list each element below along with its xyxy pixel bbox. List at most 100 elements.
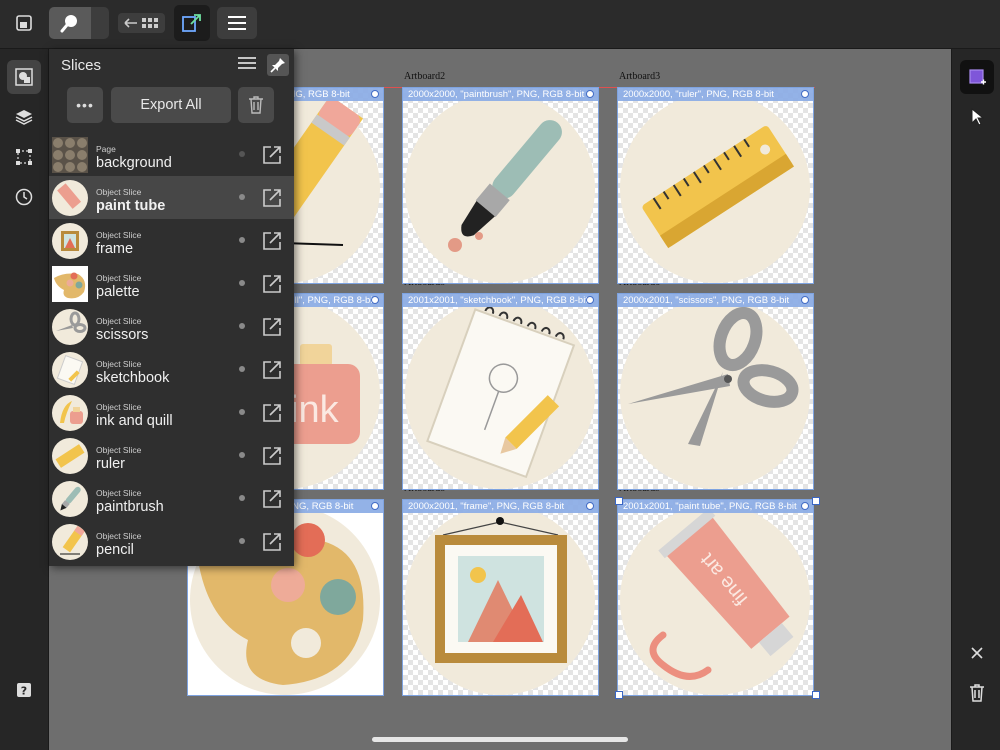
slices-studio-button[interactable] [7, 60, 41, 94]
slice-row-pencil[interactable]: Object Slice pencil [49, 520, 294, 563]
export-icon[interactable] [261, 316, 283, 338]
slice-row-paintbrush[interactable]: Object Slice paintbrush [49, 477, 294, 520]
frame-illustration [435, 517, 567, 663]
slice-row-frame[interactable]: Object Slice frame [49, 219, 294, 262]
slice-row-ink-and-quill[interactable]: Object Slice ink and quill [49, 391, 294, 434]
palette-thumbnail [52, 266, 88, 302]
delete-slice-button[interactable] [238, 87, 274, 123]
menu-button[interactable] [217, 7, 257, 39]
hamburger-icon [228, 16, 246, 30]
slice-row-sketchbook[interactable]: Object Slice sketchbook [49, 348, 294, 391]
slices-panel: Slices ••• Export All Page background Ob… [49, 49, 294, 566]
slices-icon [15, 68, 33, 86]
status-dot [239, 280, 245, 286]
panel-menu-button[interactable] [238, 56, 260, 74]
left-tool-strip: ? [0, 49, 49, 750]
help-button[interactable]: ? [10, 676, 38, 704]
status-dot [239, 409, 245, 415]
transform-studio-button[interactable] [7, 140, 41, 174]
close-button[interactable] [960, 636, 994, 670]
slice-label: 2001x2001, "paint tube", PNG, RGB 8-bit [618, 500, 813, 513]
artboard-label: Artboard2 [404, 71, 446, 82]
background-thumbnail [52, 137, 88, 173]
back-to-grid-button[interactable] [118, 13, 165, 33]
status-dot [239, 151, 245, 157]
layers-icon [15, 110, 33, 125]
slice-type: Object Slice [96, 187, 142, 197]
magnifier-icon [60, 15, 77, 33]
export-icon[interactable] [261, 402, 283, 424]
transform-icon [16, 149, 32, 165]
sketchbook-illustration [426, 306, 576, 479]
export-icon[interactable] [261, 359, 283, 381]
tool-options-button[interactable] [91, 7, 109, 39]
slice-label: 2000x2000, "paintbrush", PNG, RGB 8-bit [403, 88, 598, 101]
export-persona-icon [182, 14, 201, 32]
slice-type: Object Slice [96, 273, 142, 283]
slice-label: 2000x2001, "frame", PNG, RGB 8-bit [403, 500, 598, 513]
export-icon[interactable] [261, 273, 283, 295]
slice-add-icon [969, 69, 986, 85]
svg-text:?: ? [21, 685, 27, 698]
delete-button-right[interactable] [960, 676, 994, 710]
selection-handle[interactable] [812, 691, 820, 699]
pin-panel-button[interactable] [267, 54, 289, 76]
artboard-paintbrush[interactable]: 2000x2000, "paintbrush", PNG, RGB 8-bit [402, 87, 599, 284]
selection-handle[interactable] [615, 691, 623, 699]
slice-tool-button-right[interactable] [960, 60, 994, 94]
layers-studio-button[interactable] [7, 100, 41, 134]
pencil-thumbnail [52, 524, 88, 560]
scissors-thumbnail [52, 309, 88, 345]
selection-handle[interactable] [812, 497, 820, 505]
artboard-sketchbook[interactable]: 2001x2001, "sketchbook", PNG, RGB 8-bit [402, 293, 599, 490]
slice-row-scissors[interactable]: Object Slice scissors [49, 305, 294, 348]
slice-row-paint-tube[interactable]: Object Slice paint tube [49, 176, 294, 219]
pin-icon [270, 58, 285, 73]
slice-type: Object Slice [96, 402, 142, 412]
slice-name: ink and quill [96, 413, 173, 429]
status-dot [239, 452, 245, 458]
scissors-illustration [628, 306, 799, 446]
artboard-scissors[interactable]: 2000x2001, "scissors", PNG, RGB 8-bit [617, 293, 814, 490]
slice-selection-tool-button[interactable] [960, 100, 994, 134]
export-persona-button[interactable] [174, 5, 210, 41]
close-icon [971, 647, 983, 659]
status-dot [239, 538, 245, 544]
slice-row-palette[interactable]: Object Slice palette [49, 262, 294, 305]
more-button[interactable]: ••• [67, 87, 103, 123]
export-icon[interactable] [261, 445, 283, 467]
slice-tool-button[interactable] [49, 7, 91, 39]
slice-type: Object Slice [96, 359, 142, 369]
help-icon: ? [17, 683, 31, 698]
artboard-paint-tube[interactable]: fine art 2001x2001, "paint tube", PNG, R… [617, 499, 814, 696]
status-dot [239, 366, 245, 372]
frame-thumbnail [52, 223, 88, 259]
right-tool-strip [951, 49, 1000, 750]
hamburger-icon [238, 57, 256, 69]
selection-handle[interactable] [615, 497, 623, 505]
paintbrush-thumbnail [52, 481, 88, 517]
artboard-frame[interactable]: 2000x2001, "frame", PNG, RGB 8-bit [402, 499, 599, 696]
artboard-label: Artboard3 [619, 71, 661, 82]
slice-label: 2001x2001, "sketchbook", PNG, RGB 8-bit [403, 294, 598, 307]
trash-icon [249, 96, 263, 114]
export-icon[interactable] [261, 144, 283, 166]
status-dot [239, 495, 245, 501]
ruler-illustration [642, 126, 795, 249]
export-icon[interactable] [261, 230, 283, 252]
document-icon[interactable] [8, 7, 40, 39]
slice-row-background[interactable]: Page background [49, 133, 294, 176]
export-icon[interactable] [261, 488, 283, 510]
export-icon[interactable] [261, 531, 283, 553]
history-studio-button[interactable] [7, 180, 41, 214]
export-all-button[interactable]: Export All [111, 87, 231, 123]
export-icon[interactable] [261, 187, 283, 209]
slice-row-ruler[interactable]: Object Slice ruler [49, 434, 294, 477]
slice-type: Page [96, 144, 116, 154]
arrow-grid-icon [123, 18, 158, 28]
ink-label: ink [290, 389, 340, 431]
artboard-ruler[interactable]: 2000x2000, "ruler", PNG, RGB 8-bit [617, 87, 814, 284]
home-indicator[interactable] [372, 737, 628, 742]
slice-name: sketchbook [96, 370, 170, 386]
sketchbook-thumbnail [52, 352, 88, 388]
